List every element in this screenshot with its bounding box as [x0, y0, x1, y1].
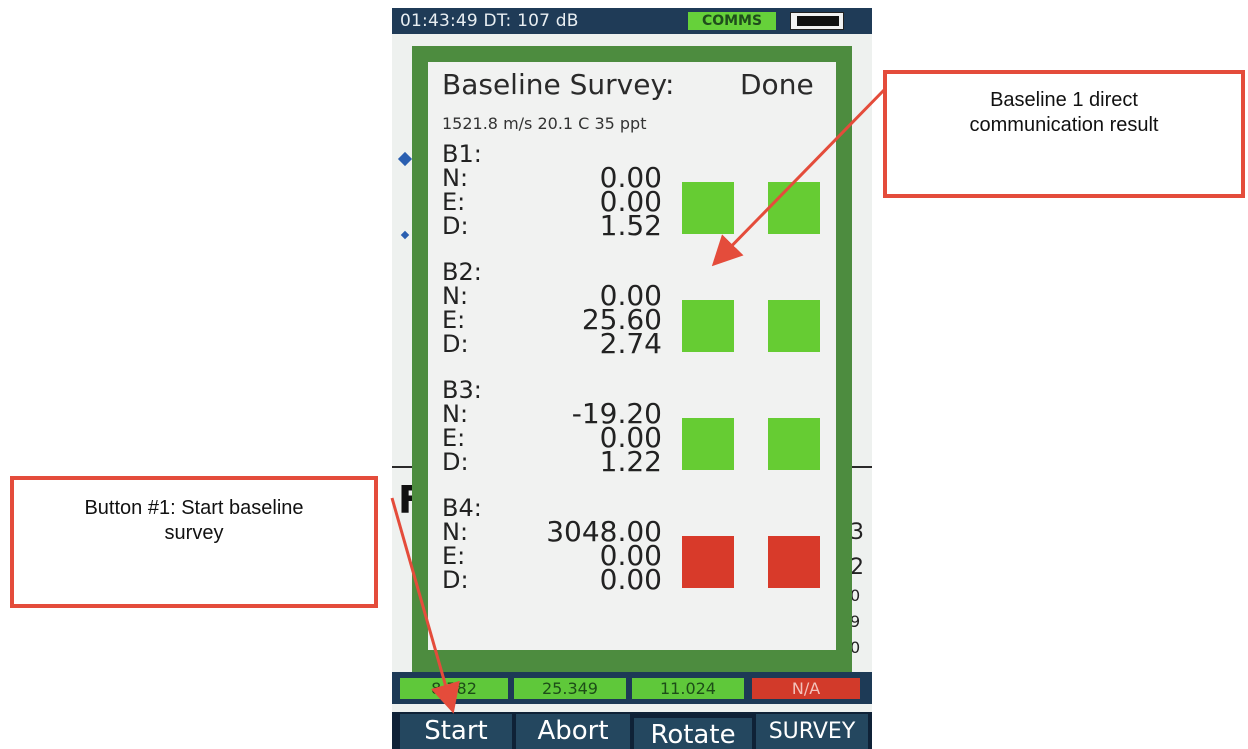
- annotation-arrows: [390, 86, 888, 714]
- baseline-callout-arrow: [711, 86, 888, 267]
- button-callout-arrow: [390, 497, 460, 714]
